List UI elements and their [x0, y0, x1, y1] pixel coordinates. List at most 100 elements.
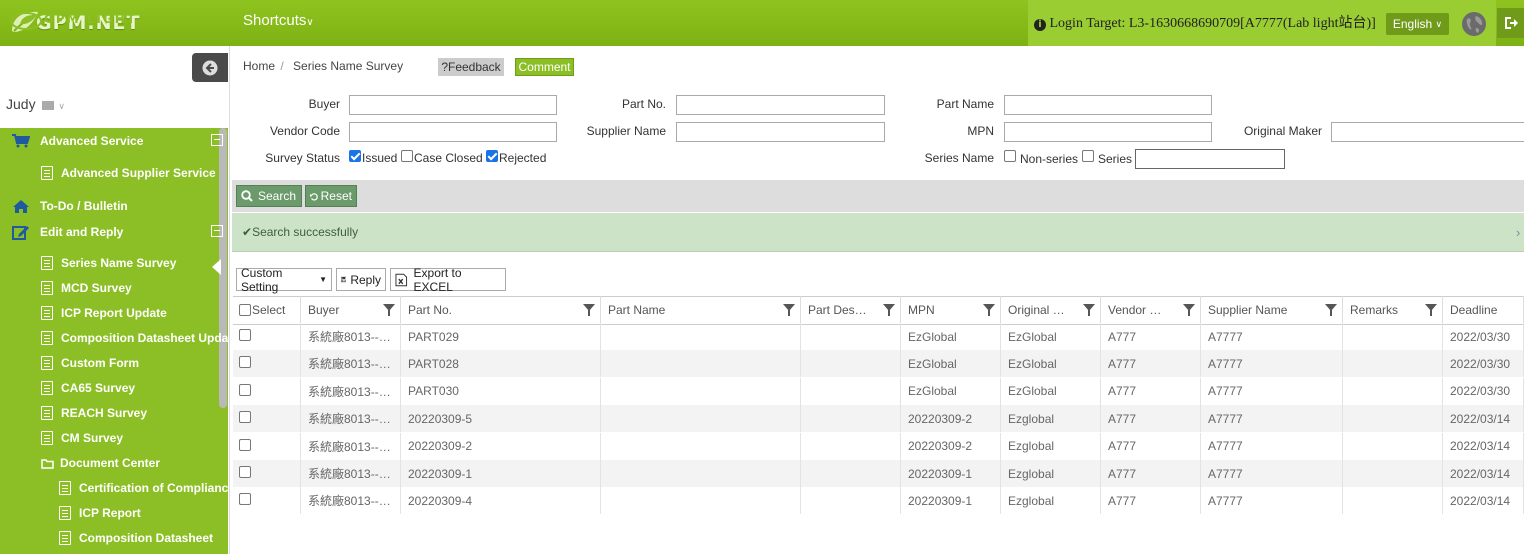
- row-checkbox[interactable]: [239, 411, 251, 424]
- custom-setting-dropdown[interactable]: Custom Setting ▼: [236, 266, 332, 294]
- column-header-mpn[interactable]: MPN: [901, 296, 1001, 323]
- comment-button[interactable]: Comment: [515, 58, 574, 76]
- cell-deadline: 2022/03/30: [1443, 377, 1524, 405]
- sidebar-item-edit-and-reply[interactable]: Edit and Reply: [0, 220, 231, 244]
- column-header-part-no[interactable]: Part No.: [401, 296, 601, 323]
- row-checkbox[interactable]: [239, 438, 251, 451]
- collapse-icon[interactable]: [211, 134, 223, 146]
- sidebar-item-mcd-survey[interactable]: MCD Survey: [0, 276, 260, 300]
- document-icon: [41, 431, 53, 445]
- breadcrumb-home[interactable]: Home: [243, 59, 275, 73]
- issued-checkbox[interactable]: [349, 150, 361, 162]
- sidebar-item-reach-survey[interactable]: REACH Survey: [0, 401, 260, 425]
- case-closed-checkbox[interactable]: [401, 150, 413, 162]
- filter-icon[interactable]: [783, 304, 795, 316]
- mail-icon: [42, 100, 55, 110]
- sidebar-item-composition-datasheet-update[interactable]: Composition Datasheet Update: [0, 326, 260, 350]
- column-header-select[interactable]: Select: [233, 296, 301, 323]
- rejected-checkbox[interactable]: [486, 150, 498, 162]
- cell-buyer: 系統廠8013--…: [301, 460, 401, 487]
- cell-original-maker: Ezglobal: [1001, 460, 1101, 487]
- supplier-name-label: Supplier Name: [586, 124, 666, 138]
- column-header-buyer[interactable]: Buyer: [301, 296, 401, 323]
- row-select-cell: [233, 350, 301, 378]
- cell-supplier-name: A7777: [1201, 323, 1343, 350]
- series-name-label: Series Name: [924, 151, 994, 165]
- part-name-label: Part Name: [936, 97, 994, 111]
- sidebar-item-todo-bulletin[interactable]: To-Do / Bulletin: [0, 194, 231, 218]
- cell-part-name: [601, 487, 801, 515]
- row-checkbox[interactable]: [239, 466, 251, 478]
- column-header-vendor-code[interactable]: Vendor …: [1101, 296, 1201, 323]
- column-header-part-name[interactable]: Part Name: [601, 296, 801, 323]
- filter-icon[interactable]: [1083, 304, 1095, 316]
- column-header-deadline[interactable]: Deadline: [1443, 296, 1524, 323]
- filter-icon[interactable]: [1183, 304, 1195, 316]
- column-header-remarks[interactable]: Remarks: [1343, 296, 1443, 323]
- row-checkbox[interactable]: [239, 329, 251, 341]
- row-select-cell: [233, 405, 301, 433]
- column-header-supplier-name[interactable]: Supplier Name: [1201, 296, 1343, 323]
- logout-button[interactable]: [1497, 8, 1524, 38]
- part-name-input[interactable]: [1004, 95, 1212, 115]
- reset-button-label: Reset: [320, 189, 352, 203]
- filter-icon[interactable]: [383, 304, 395, 316]
- feedback-button[interactable]: ?Feedback: [438, 58, 504, 76]
- search-button[interactable]: Search: [236, 185, 302, 207]
- filter-icon[interactable]: [1425, 304, 1437, 316]
- supplier-name-input[interactable]: [676, 122, 885, 142]
- reply-button[interactable]: Reply: [336, 268, 386, 291]
- issued-label: Issued: [362, 151, 398, 165]
- mpn-input[interactable]: [1004, 122, 1212, 142]
- row-checkbox[interactable]: [239, 493, 251, 506]
- column-header-part-description[interactable]: Part Des…: [801, 296, 901, 323]
- cell-deadline: 2022/03/14: [1443, 460, 1524, 487]
- non-series-checkbox[interactable]: [1004, 150, 1016, 162]
- sidebar-item-cm-survey[interactable]: CM Survey: [0, 426, 260, 450]
- reset-icon: [310, 192, 318, 201]
- column-header-original-maker[interactable]: Original …: [1001, 296, 1101, 323]
- series-name-input[interactable]: [1135, 149, 1285, 169]
- sidebar-item-document-center[interactable]: Document Center: [0, 451, 260, 475]
- case-closed-label: Case Closed: [414, 151, 483, 165]
- sidebar-item-series-name-survey[interactable]: Series Name Survey: [0, 251, 260, 275]
- language-select[interactable]: English ∨: [1386, 13, 1449, 35]
- filter-icon[interactable]: [983, 304, 995, 316]
- vendor-code-input[interactable]: [349, 122, 557, 142]
- select-all-checkbox[interactable]: [239, 303, 251, 316]
- sidebar-item-composition-datasheet[interactable]: Composition Datasheet: [0, 526, 278, 550]
- document-icon: [59, 481, 71, 495]
- series-checkbox[interactable]: [1082, 150, 1094, 162]
- buyer-input[interactable]: [349, 95, 557, 115]
- reset-button[interactable]: Reset: [305, 185, 357, 207]
- sidebar-item-advanced-supplier-service[interactable]: Advanced Supplier Service: [0, 161, 260, 185]
- filter-icon[interactable]: [1325, 304, 1337, 316]
- row-checkbox[interactable]: [239, 356, 251, 369]
- close-icon[interactable]: ›: [1516, 225, 1520, 240]
- user-name: Judy: [6, 96, 36, 112]
- caret-down-icon: ▼: [319, 275, 327, 284]
- collapse-icon[interactable]: [211, 225, 223, 237]
- export-excel-button[interactable]: Export to EXCEL: [390, 266, 506, 294]
- sidebar-item-advanced-service[interactable]: Advanced Service: [0, 129, 231, 153]
- sidebar-item-icp-report-update[interactable]: ICP Report Update: [0, 301, 260, 325]
- globe-icon[interactable]: [1461, 11, 1487, 37]
- rejected-label: Rejected: [499, 151, 547, 165]
- row-checkbox[interactable]: [239, 383, 251, 396]
- sidebar-collapse-button[interactable]: [192, 53, 228, 82]
- filter-icon[interactable]: [883, 304, 895, 316]
- cell-buyer: 系統廠8013--…: [301, 377, 401, 405]
- column-header-label: Original …: [1008, 302, 1065, 317]
- original-maker-input[interactable]: [1331, 122, 1524, 142]
- edit-icon: [12, 226, 29, 240]
- breadcrumb-separator: /: [280, 59, 284, 73]
- breadcrumb: Home / Series Name Survey: [243, 59, 403, 73]
- sidebar-item-custom-form[interactable]: Custom Form: [0, 351, 260, 375]
- filter-icon[interactable]: [583, 304, 595, 316]
- sidebar-item-ca65-survey[interactable]: CA65 Survey: [0, 376, 260, 400]
- cell-supplier-name: A7777: [1201, 487, 1343, 515]
- sidebar-item-label: Composition Datasheet: [79, 531, 214, 545]
- shortcuts-menu[interactable]: Shortcuts∨: [243, 12, 314, 29]
- part-no-input[interactable]: [676, 95, 885, 115]
- user-menu[interactable]: Judy ∨: [6, 96, 65, 112]
